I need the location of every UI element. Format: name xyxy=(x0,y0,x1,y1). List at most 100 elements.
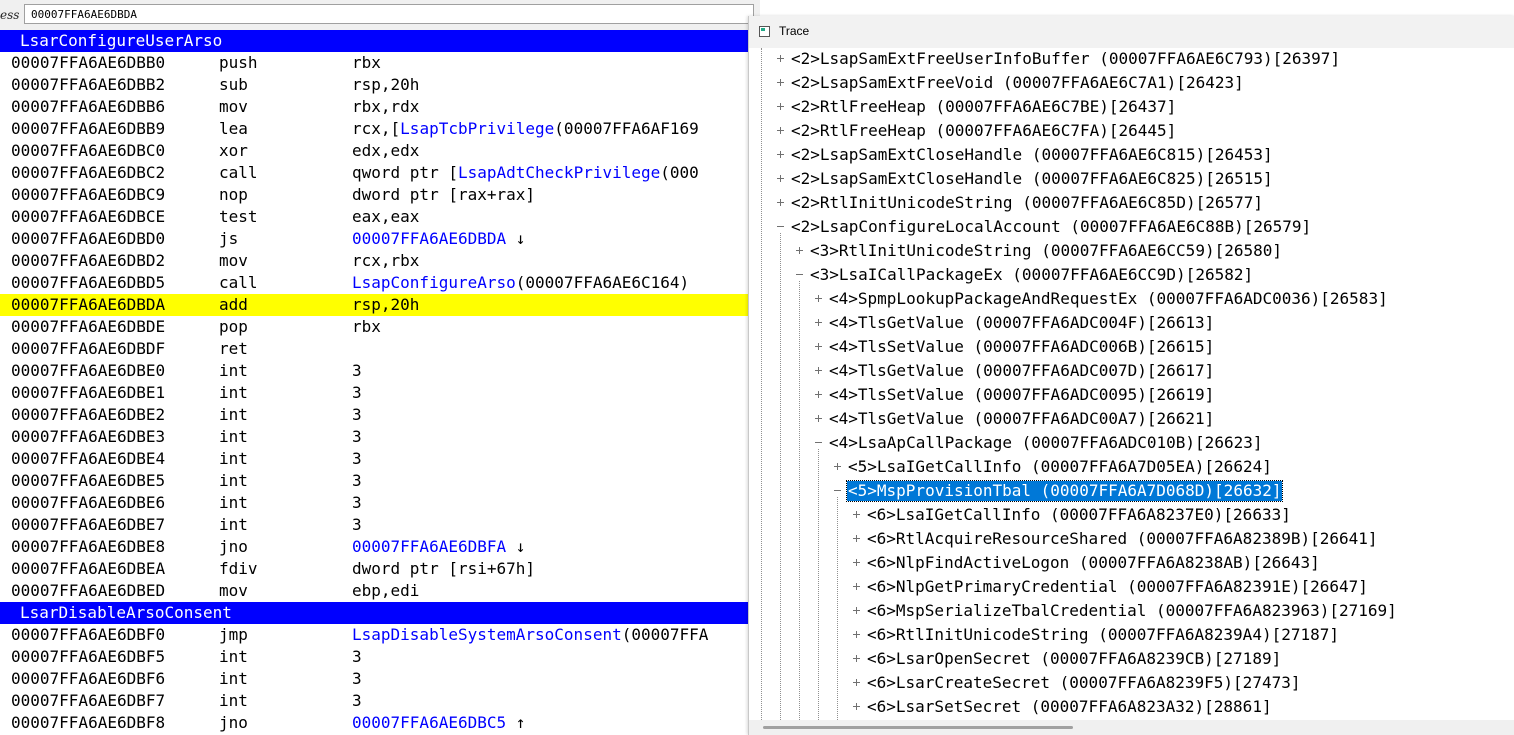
expand-icon[interactable] xyxy=(776,102,785,111)
collapse-icon[interactable] xyxy=(833,486,842,495)
expand-icon[interactable] xyxy=(814,342,823,351)
symbol-link[interactable]: LsapAdtCheckPrivilege xyxy=(458,163,660,182)
trace-title-bar[interactable]: Trace xyxy=(749,16,1514,48)
horizontal-scrollbar[interactable] xyxy=(749,720,1514,735)
instruction-row[interactable]: 00007FFA6AE6DBE4 int 3 xyxy=(0,448,760,470)
collapse-icon[interactable] xyxy=(795,270,804,279)
instruction-operands: dword ptr [rsi+67h] xyxy=(352,558,535,580)
tree-guide-line xyxy=(818,449,819,720)
instruction-row[interactable]: 00007FFA6AE6DBE0 int 3 xyxy=(0,360,760,382)
instruction-row[interactable]: 00007FFA6AE6DBE8 jno 00007FFA6AE6DBFA ↓ xyxy=(0,536,760,558)
scrollbar-thumb[interactable] xyxy=(763,726,1073,729)
symbol-link[interactable]: 00007FFA6AE6DBDA xyxy=(352,229,506,248)
instruction-row[interactable]: 00007FFA6AE6DBC9 nop dword ptr [rax+rax] xyxy=(0,184,760,206)
instruction-row[interactable]: 00007FFA6AE6DBF6 int 3 xyxy=(0,668,760,690)
instruction-row[interactable]: 00007FFA6AE6DBE7 int 3 xyxy=(0,514,760,536)
instruction-row[interactable]: 00007FFA6AE6DBF7 int 3 xyxy=(0,690,760,712)
expand-icon[interactable] xyxy=(852,510,861,519)
trace-tree[interactable]: <2>LsapSamExtFreeUserInfoBuffer (00007FF… xyxy=(749,48,1514,720)
symbol-link[interactable]: LsapTcbPrivilege xyxy=(400,119,554,138)
operand-text: rcx,[ xyxy=(352,119,401,138)
instruction-mnemonic: call xyxy=(219,163,258,182)
instruction-row[interactable]: 00007FFA6AE6DBE1 int 3 xyxy=(0,382,760,404)
instruction-row[interactable]: 00007FFA6AE6DBE3 int 3 xyxy=(0,426,760,448)
expand-icon[interactable] xyxy=(852,654,861,663)
collapse-icon[interactable] xyxy=(776,222,785,231)
expand-icon[interactable] xyxy=(776,150,785,159)
disassembly-view[interactable]: LsarConfigureUserArso 00007FFA6AE6DBB0 pus… xyxy=(0,30,760,735)
instruction-operands: 00007FFA6AE6DBC5 ↑ xyxy=(352,712,525,734)
expand-icon[interactable] xyxy=(776,198,785,207)
operand-text: rcx,rbx xyxy=(352,251,420,270)
instruction-row[interactable]: 00007FFA6AE6DBD5 call LsapConfigureArso(00… xyxy=(0,272,760,294)
expand-icon[interactable] xyxy=(852,558,861,567)
instruction-row[interactable]: 00007FFA6AE6DBE5 int 3 xyxy=(0,470,760,492)
expand-icon[interactable] xyxy=(852,606,861,615)
instruction-mnemonic: fdiv xyxy=(219,559,258,578)
instruction-row[interactable]: 00007FFA6AE6DBB6 mov rbx,rdx xyxy=(0,96,760,118)
instruction-operands: rbx xyxy=(352,52,381,74)
current-instruction-row[interactable]: 00007FFA6AE6DBDA add rsp,20h xyxy=(0,294,760,316)
collapse-icon[interactable] xyxy=(814,438,823,447)
expand-icon[interactable] xyxy=(776,54,785,63)
instruction-row[interactable]: 00007FFA6AE6DBC0 xor edx,edx xyxy=(0,140,760,162)
instruction-row[interactable]: 00007FFA6AE6DBE2 int 3 xyxy=(0,404,760,426)
trace-node-label: <6>RtlInitUnicodeString (00007FFA6A8239A… xyxy=(867,625,1340,644)
instruction-row[interactable]: 00007FFA6AE6DBED mov ebp,edi xyxy=(0,580,760,602)
instruction-row[interactable]: 00007FFA6AE6DBD2 mov rcx,rbx xyxy=(0,250,760,272)
expand-icon[interactable] xyxy=(833,462,842,471)
instruction-operands: rsp,20h xyxy=(352,294,419,316)
instruction-row[interactable]: 00007FFA6AE6DBCE test eax,eax xyxy=(0,206,760,228)
instruction-operands: eax,eax xyxy=(352,206,419,228)
instruction-row[interactable]: 00007FFA6AE6DBD0 js 00007FFA6AE6DBDA ↓ xyxy=(0,228,760,250)
function-header[interactable]: LsarConfigureUserArso xyxy=(0,30,760,52)
instruction-mnemonic: jmp xyxy=(219,625,248,644)
instruction-mnemonic: mov xyxy=(219,251,248,270)
instruction-row[interactable]: 00007FFA6AE6DBF5 int 3 xyxy=(0,646,760,668)
symbol-link[interactable]: LsapConfigureArso xyxy=(352,273,516,292)
operand-text: 3 xyxy=(352,361,362,380)
address-input[interactable]: 00007FFA6AE6DBDA xyxy=(24,4,754,24)
instruction-mnemonic: int xyxy=(219,669,248,688)
expand-icon[interactable] xyxy=(852,582,861,591)
expand-icon[interactable] xyxy=(795,246,804,255)
symbol-link[interactable]: 00007FFA6AE6DBFA xyxy=(352,537,506,556)
operand-text: ↓ xyxy=(506,229,526,248)
instruction-operands: 00007FFA6AE6DBFA ↓ xyxy=(352,536,525,558)
instruction-row[interactable]: 00007FFA6AE6DBB0 push rbx xyxy=(0,52,760,74)
symbol-link[interactable]: LsapDisableSystemArsoConsent xyxy=(352,625,622,644)
instruction-row[interactable]: 00007FFA6AE6DBDE pop rbx xyxy=(0,316,760,338)
expand-icon[interactable] xyxy=(852,678,861,687)
instruction-row[interactable]: 00007FFA6AE6DBEA fdiv dword ptr [rsi+67h] xyxy=(0,558,760,580)
expand-icon[interactable] xyxy=(814,414,823,423)
expand-icon[interactable] xyxy=(776,78,785,87)
instruction-operands: ebp,edi xyxy=(352,580,419,602)
instruction-row[interactable]: 00007FFA6AE6DBDF ret xyxy=(0,338,760,360)
operand-text: rsp,20h xyxy=(352,75,420,94)
expand-icon[interactable] xyxy=(852,534,861,543)
expand-icon[interactable] xyxy=(814,366,823,375)
instruction-address: 00007FFA6AE6DBE0 xyxy=(11,361,166,380)
expand-icon[interactable] xyxy=(776,126,785,135)
instruction-row[interactable]: 00007FFA6AE6DBF8 jno 00007FFA6AE6DBC5 ↑ xyxy=(0,712,760,734)
trace-node-label: <5>LsaIGetCallInfo (00007FFA6A7D05EA)[26… xyxy=(848,457,1272,476)
trace-window[interactable]: Trace <2>LsapSamExtFreeUserInfoBuffer (0… xyxy=(748,16,1514,735)
instruction-row[interactable]: 00007FFA6AE6DBE6 int 3 xyxy=(0,492,760,514)
instruction-row[interactable]: 00007FFA6AE6DBB2 sub rsp,20h xyxy=(0,74,760,96)
instruction-row[interactable]: 00007FFA6AE6DBF0 jmp LsapDisableSystemArso… xyxy=(0,624,760,646)
instruction-row[interactable]: 00007FFA6AE6DBC2 call qword ptr [LsapAdtCh… xyxy=(0,162,760,184)
expand-icon[interactable] xyxy=(776,174,785,183)
expand-icon[interactable] xyxy=(814,294,823,303)
expand-icon[interactable] xyxy=(814,390,823,399)
operand-text: ebp,edi xyxy=(352,581,420,600)
expand-icon[interactable] xyxy=(852,702,861,711)
instruction-row[interactable]: 00007FFA6AE6DBB9 lea rcx,[LsapTcbPrivilege… xyxy=(0,118,760,140)
instruction-mnemonic: add xyxy=(219,295,248,314)
instruction-address: 00007FFA6AE6DBE6 xyxy=(11,493,166,512)
function-header[interactable]: LsarDisableArsoConsent xyxy=(0,602,760,624)
operand-text: dword ptr [rsi+67h] xyxy=(352,559,536,578)
expand-icon[interactable] xyxy=(852,630,861,639)
instruction-operands: 3 xyxy=(352,404,362,426)
symbol-link[interactable]: 00007FFA6AE6DBC5 xyxy=(352,713,506,732)
expand-icon[interactable] xyxy=(814,318,823,327)
